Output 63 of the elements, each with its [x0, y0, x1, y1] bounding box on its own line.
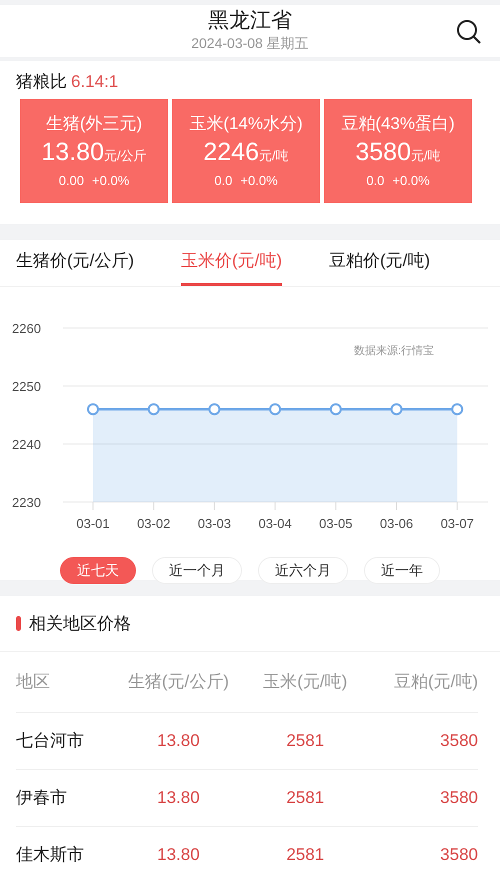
- price-unit: 元/公斤: [104, 146, 147, 164]
- x-axis-label: 03-01: [76, 516, 110, 530]
- column-header: 玉米(元/吨): [248, 652, 363, 712]
- table-cell: 3580: [362, 712, 478, 769]
- range-button[interactable]: 近一个月: [152, 556, 242, 584]
- page-title: 黑龙江省: [208, 8, 292, 32]
- change-value: 0.0: [366, 172, 384, 190]
- change-value: 0.00: [58, 172, 84, 190]
- data-point: [148, 402, 160, 415]
- ratio-value: 6.14:1: [71, 71, 118, 93]
- table-cell: 2581: [248, 712, 363, 769]
- data-point: [87, 402, 99, 415]
- data-point: [330, 402, 342, 415]
- table-cell: 2581: [248, 769, 363, 826]
- range-button[interactable]: 近六个月: [258, 556, 348, 584]
- search-icon[interactable]: [456, 19, 482, 45]
- y-axis-label: 2260: [12, 320, 41, 336]
- column-header: 豆粕(元/吨): [362, 652, 478, 712]
- x-axis-label: 03-04: [258, 516, 292, 530]
- price-value: 13.80: [41, 136, 104, 166]
- x-axis-label: 03-06: [380, 516, 414, 530]
- x-axis-label: 03-02: [137, 516, 170, 530]
- price-unit: 元/吨: [259, 146, 289, 164]
- ratio-label: 猪粮比: [16, 71, 67, 93]
- column-header: 地区: [16, 652, 110, 712]
- x-axis-label: 03-03: [198, 516, 232, 530]
- range-button[interactable]: 近一年: [364, 556, 440, 584]
- table-cell: 13.80: [109, 769, 248, 826]
- card-title: 豆粕(43%蛋白): [341, 113, 455, 135]
- table-cell: 伊春市: [16, 769, 110, 826]
- price-unit: 元/吨: [411, 146, 441, 164]
- column-header: 生猪(元/公斤): [109, 652, 248, 712]
- table-cell: 2581: [248, 826, 363, 881]
- date-text: 2024-03-08 星期五: [191, 34, 309, 52]
- data-point: [390, 402, 402, 415]
- source-note: 数据来源:行情宝: [354, 344, 434, 356]
- tab[interactable]: 豆粕价(元/吨): [328, 240, 430, 286]
- price-value: 3580: [355, 136, 411, 166]
- change-percent: +0.0%: [240, 172, 278, 190]
- table-cell: 3580: [362, 826, 478, 881]
- table-cell: 13.80: [109, 826, 248, 881]
- card-title: 玉米(14%水分): [189, 113, 303, 135]
- tab[interactable]: 玉米价(元/吨): [180, 240, 282, 286]
- table-cell: 3580: [362, 769, 478, 826]
- y-axis-label: 2250: [12, 378, 41, 394]
- x-axis-label: 03-05: [319, 516, 352, 530]
- table-cell: 13.80: [109, 712, 248, 769]
- price-value: 2246: [203, 136, 259, 166]
- section-title: 相关地区价格: [29, 612, 131, 635]
- y-axis-label: 2230: [12, 494, 41, 510]
- y-axis-label: 2240: [12, 436, 41, 452]
- change-value: 0.0: [214, 172, 232, 190]
- data-point: [451, 402, 464, 415]
- tab[interactable]: 生猪价(元/公斤): [16, 240, 134, 286]
- data-point: [269, 402, 282, 415]
- table-cell: 佳木斯市: [16, 826, 110, 881]
- table-cell: 七台河市: [16, 712, 110, 769]
- card-title: 生猪(外三元): [46, 113, 142, 135]
- data-point: [208, 402, 220, 415]
- change-percent: +0.0%: [92, 172, 130, 190]
- section-marker: [16, 616, 21, 631]
- x-axis-label: 03-07: [440, 516, 474, 530]
- change-percent: +0.0%: [392, 172, 430, 190]
